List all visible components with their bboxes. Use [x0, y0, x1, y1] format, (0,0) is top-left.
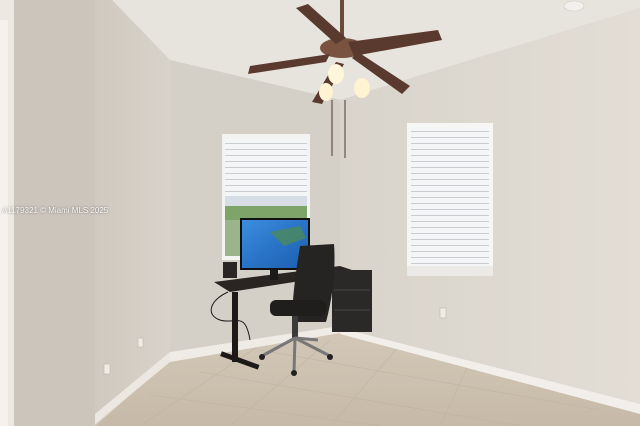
back-window-blinds: [225, 140, 307, 200]
smoke-detector: [563, 0, 585, 12]
speaker: [223, 262, 237, 278]
back-window-trees: [225, 206, 307, 220]
outlet-icon: [137, 337, 144, 348]
light-globe: [354, 78, 370, 98]
back-window-sky: [225, 196, 307, 206]
outlet-icon: [103, 363, 111, 375]
closet-door: [0, 20, 8, 426]
light-globe: [319, 83, 333, 101]
light-globe: [328, 64, 344, 84]
right-window-blinds: [411, 128, 489, 270]
mls-watermark: A1179321 © Miami MLS 2025: [2, 206, 109, 215]
right-window-sill: [407, 266, 493, 276]
filing-cabinet: [332, 270, 372, 332]
outlet-icon: [439, 307, 447, 319]
